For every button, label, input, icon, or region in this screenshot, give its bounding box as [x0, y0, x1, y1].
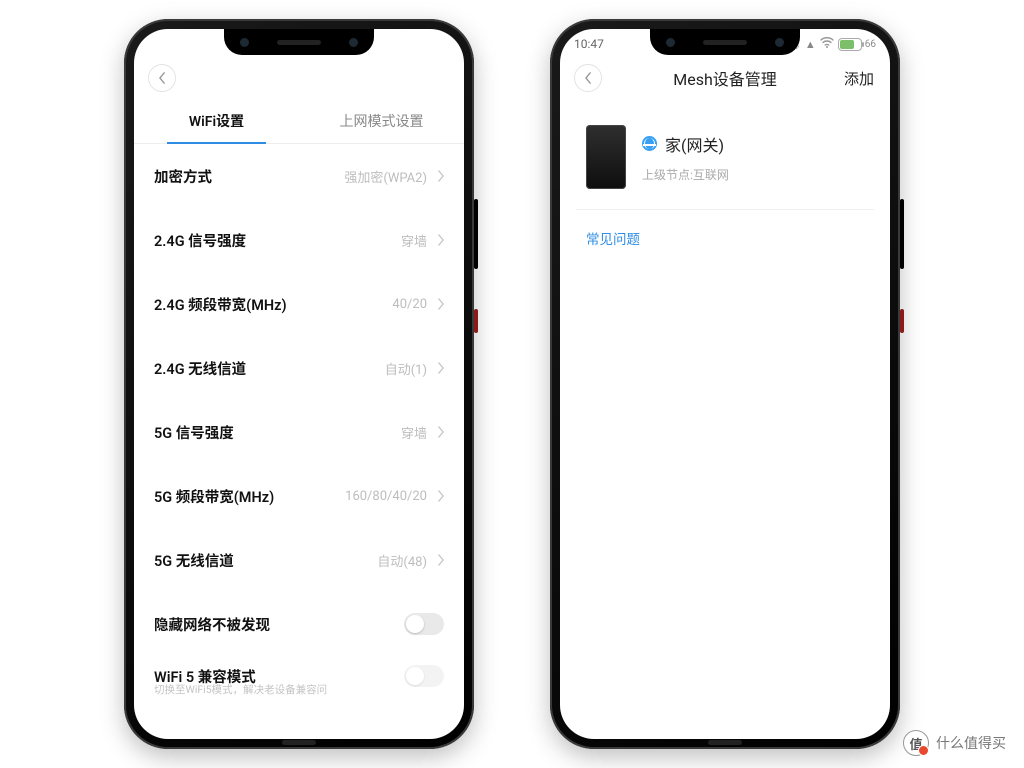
row-value: 40/20: [392, 297, 427, 312]
back-button[interactable]: [148, 64, 176, 92]
tab-internet-mode[interactable]: 上网模式设置: [299, 99, 464, 143]
row-encryption[interactable]: 加密方式 强加密(WPA2): [154, 144, 444, 208]
row-label: 2.4G 信号强度: [154, 230, 246, 251]
chevron-right-icon: [437, 554, 444, 566]
wifi-icon: [820, 37, 834, 51]
toggle-hide-network[interactable]: [404, 613, 444, 635]
row-value: 自动(48): [377, 551, 427, 570]
watermark-badge-icon: 值: [903, 730, 929, 756]
back-button[interactable]: [574, 64, 602, 92]
chevron-right-icon: [437, 362, 444, 374]
row-label: 加密方式: [154, 166, 212, 187]
faq-link[interactable]: 常见问题: [586, 228, 864, 248]
row-24g-bandwidth[interactable]: 2.4G 频段带宽(MHz) 40/20: [154, 272, 444, 336]
tab-wifi[interactable]: WiFi设置: [134, 99, 299, 143]
row-label: 2.4G 无线信道: [154, 358, 246, 379]
phone-right: 10:47 ᛒ ▲ 66 Mesh设备管理: [550, 19, 900, 749]
phone-left: WiFi设置 上网模式设置 加密方式 强加密(WPA2) 2.4G 信号强度 穿…: [124, 19, 474, 749]
chevron-right-icon: [437, 234, 444, 246]
battery-indicator: 66: [838, 38, 876, 51]
chevron-right-icon: [437, 170, 444, 182]
chevron-right-icon: [437, 426, 444, 438]
row-label: 5G 频段带宽(MHz): [154, 486, 274, 507]
status-time: 10:47: [574, 37, 604, 51]
nav-bar: Mesh设备管理 添加: [560, 57, 890, 99]
battery-percent: 66: [865, 39, 876, 50]
row-value: 160/80/40/20: [345, 489, 427, 504]
device-name: 家(网关): [665, 132, 724, 156]
watermark-text: 什么值得买: [936, 733, 1006, 753]
row-5g-channel[interactable]: 5G 无线信道 自动(48): [154, 528, 444, 592]
row-label: 5G 无线信道: [154, 550, 234, 571]
row-hide-network[interactable]: 隐藏网络不被发现: [154, 592, 444, 656]
screen-left: WiFi设置 上网模式设置 加密方式 强加密(WPA2) 2.4G 信号强度 穿…: [134, 29, 464, 739]
chevron-right-icon: [437, 298, 444, 310]
chevron-right-icon: [437, 490, 444, 502]
row-label: 5G 信号强度: [154, 422, 234, 443]
toggle-wifi5-compat[interactable]: [404, 665, 444, 687]
row-value: 穿墙: [401, 231, 427, 250]
row-subtext: 切换至WiFi5模式，解决老设备兼容问: [154, 682, 444, 703]
tabs: WiFi设置 上网模式设置: [134, 99, 464, 144]
watermark: 值 什么值得买: [903, 730, 1006, 756]
router-icon: [586, 125, 626, 189]
row-value: 自动(1): [385, 359, 427, 378]
signal-icon: ▲: [805, 38, 816, 51]
chevron-left-icon: [159, 72, 166, 84]
row-24g-signal[interactable]: 2.4G 信号强度 穿墙: [154, 208, 444, 272]
screen-right: 10:47 ᛒ ▲ 66 Mesh设备管理: [560, 29, 890, 739]
row-5g-signal[interactable]: 5G 信号强度 穿墙: [154, 400, 444, 464]
row-value: 穿墙: [401, 423, 427, 442]
mesh-device-card[interactable]: 家(网关) 上级节点:互联网: [576, 107, 874, 210]
page-title: Mesh设备管理: [560, 66, 890, 90]
chevron-left-icon: [585, 72, 592, 84]
device-subtitle: 上级节点:互联网: [642, 166, 864, 183]
row-label: 2.4G 频段带宽(MHz): [154, 294, 287, 315]
row-5g-bandwidth[interactable]: 5G 频段带宽(MHz) 160/80/40/20: [154, 464, 444, 528]
nav-bar: [134, 57, 464, 99]
globe-icon: [642, 136, 657, 151]
settings-list: 加密方式 强加密(WPA2) 2.4G 信号强度 穿墙 2.4G 频段带宽(MH…: [134, 144, 464, 703]
row-value: 强加密(WPA2): [344, 167, 427, 186]
row-24g-channel[interactable]: 2.4G 无线信道 自动(1): [154, 336, 444, 400]
add-button[interactable]: 添加: [844, 68, 874, 89]
row-label: 隐藏网络不被发现: [154, 614, 270, 635]
